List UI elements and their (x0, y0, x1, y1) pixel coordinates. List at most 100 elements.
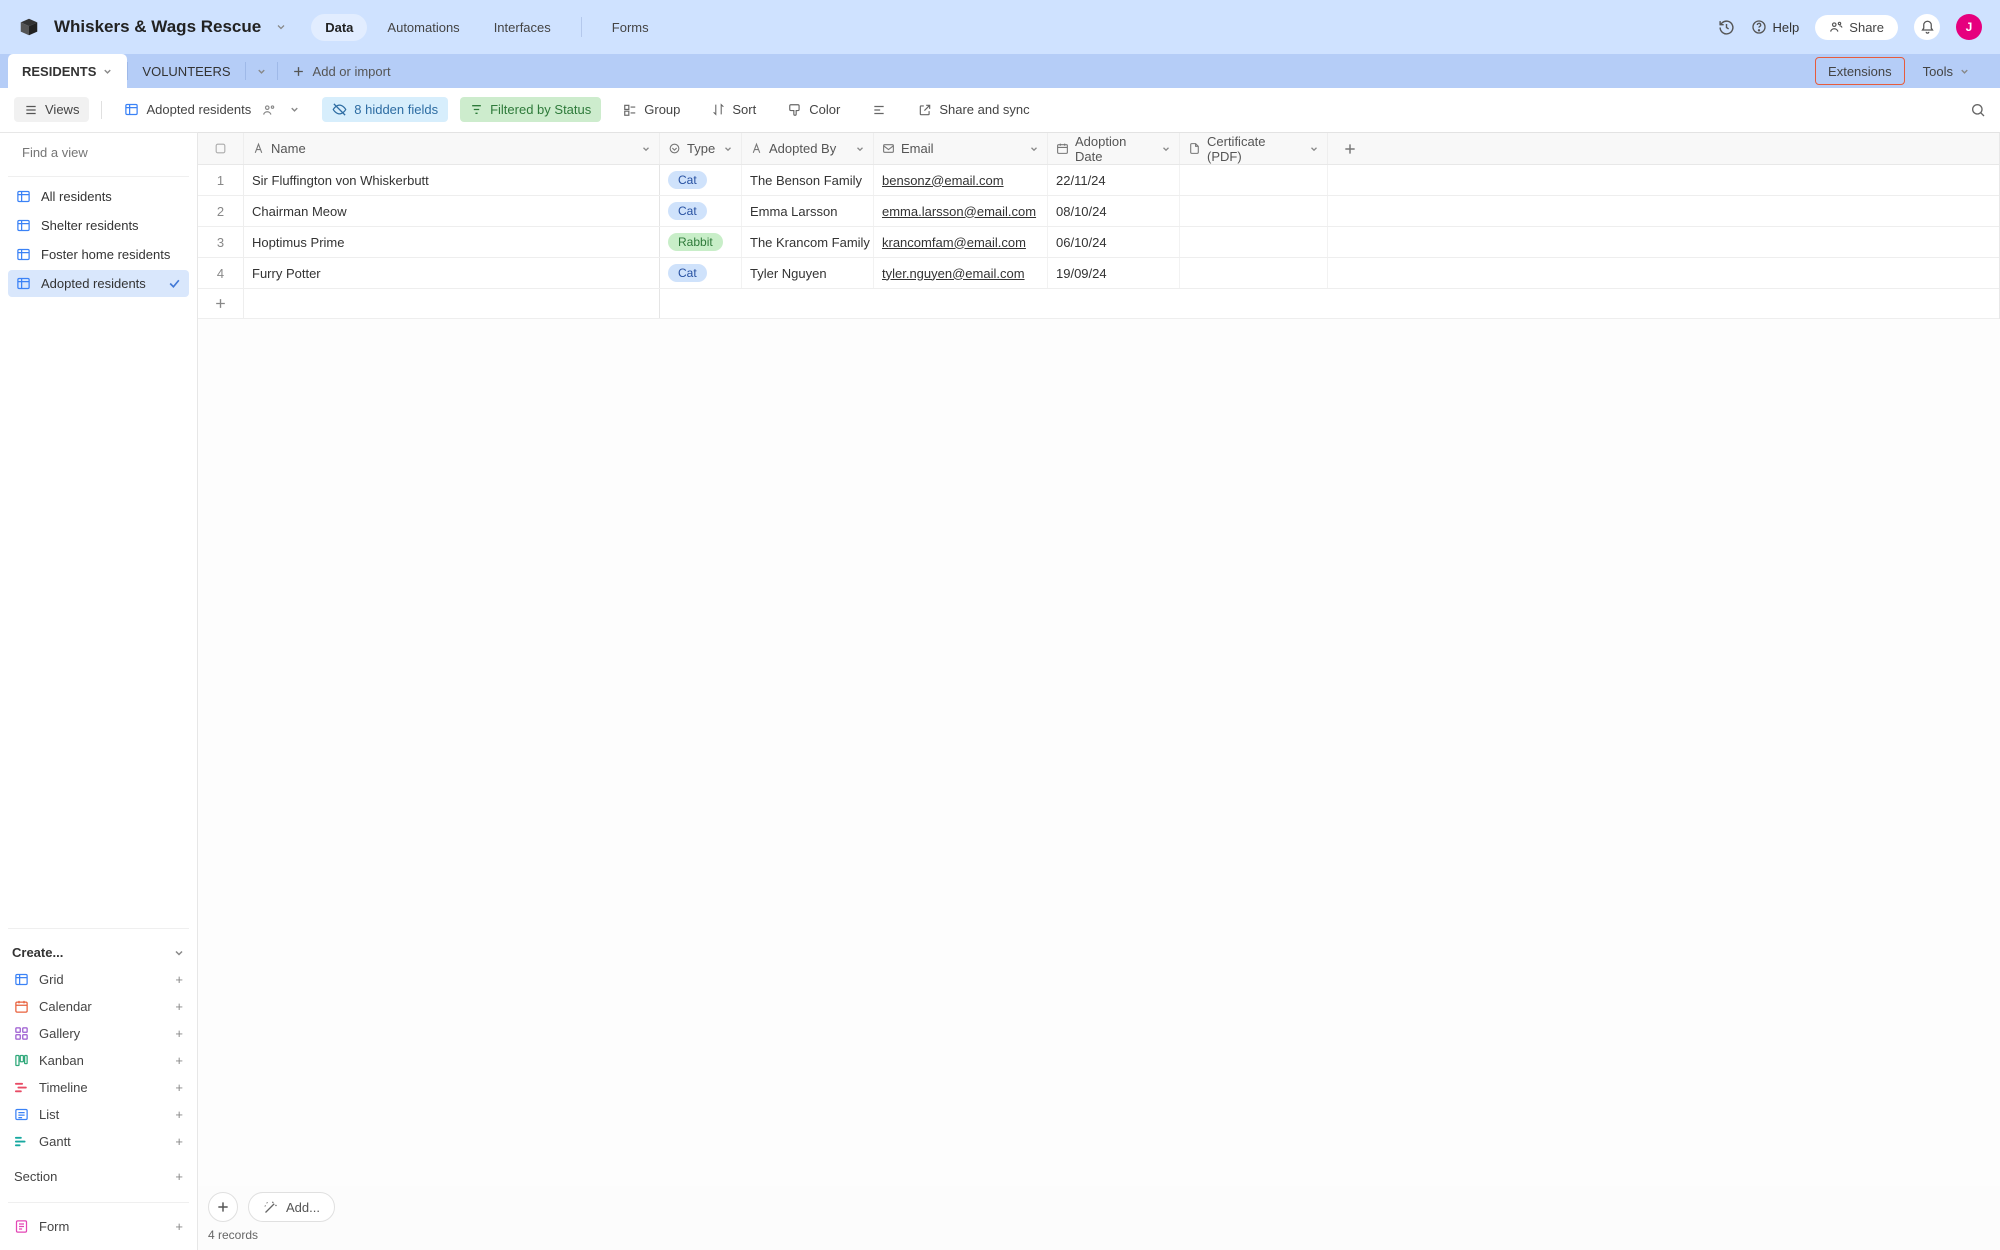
table-row[interactable]: 3Hoptimus PrimeRabbitThe Krancom Familyk… (198, 227, 1999, 258)
select-all-checkbox[interactable] (198, 133, 244, 164)
create-grid[interactable]: Grid + (8, 966, 189, 993)
cell-adoption-date[interactable]: 22/11/24 (1048, 165, 1180, 195)
nav-automations[interactable]: Automations (373, 14, 473, 41)
cell-name[interactable]: Chairman Meow (244, 196, 660, 226)
cell-type[interactable]: Rabbit (660, 227, 742, 257)
table-tabs-menu[interactable] (246, 54, 277, 88)
cell-email[interactable]: emma.larsson@email.com (874, 196, 1048, 226)
cell-name[interactable]: Sir Fluffington von Whiskerbutt (244, 165, 660, 195)
table-row[interactable]: 1Sir Fluffington von WhiskerbuttCatThe B… (198, 165, 1999, 196)
view-all-residents[interactable]: All residents (8, 183, 189, 210)
create-section[interactable]: Section + (8, 1161, 189, 1192)
cell-certificate[interactable] (1180, 227, 1328, 257)
workspace-title[interactable]: Whiskers & Wags Rescue (54, 17, 261, 37)
view-shelter-residents[interactable]: Shelter residents (8, 212, 189, 239)
nav-interfaces[interactable]: Interfaces (480, 14, 565, 41)
table-tab-volunteers[interactable]: VOLUNTEERS (128, 54, 244, 88)
cell-adoption-date[interactable]: 08/10/24 (1048, 196, 1180, 226)
cell-adopted-by[interactable]: Emma Larsson (742, 196, 874, 226)
share-sync-button[interactable]: Share and sync (908, 97, 1039, 122)
cell-type[interactable]: Cat (660, 258, 742, 288)
cell-type[interactable]: Cat (660, 196, 742, 226)
create-gantt[interactable]: Gantt + (8, 1128, 189, 1155)
color-button[interactable]: Color (778, 97, 850, 122)
row-height-button[interactable] (862, 98, 896, 122)
workspace-menu-chevron-icon[interactable] (275, 21, 287, 33)
filter-icon (470, 103, 483, 116)
cell-email[interactable]: krancomfam@email.com (874, 227, 1048, 257)
history-icon[interactable] (1718, 19, 1735, 36)
table-tab-residents[interactable]: RESIDENTS (8, 54, 127, 88)
create-form[interactable]: Form + (8, 1213, 189, 1240)
group-button[interactable]: Group (613, 97, 690, 122)
grid-view-icon (124, 102, 139, 117)
color-label: Color (809, 102, 840, 117)
column-header-adoption-date[interactable]: Adoption Date (1048, 133, 1180, 164)
create-gallery[interactable]: Gallery + (8, 1020, 189, 1047)
cell-certificate[interactable] (1180, 196, 1328, 226)
column-header-name[interactable]: Name (244, 133, 660, 164)
find-view-input[interactable] (22, 145, 198, 160)
cell-adopted-by[interactable]: The Benson Family (742, 165, 874, 195)
plus-icon: + (175, 1219, 183, 1234)
filter-button[interactable]: Filtered by Status (460, 97, 601, 122)
add-or-import-button[interactable]: Add or import (278, 54, 405, 88)
add-magic-button[interactable]: Add... (248, 1192, 335, 1222)
notifications-button[interactable] (1914, 14, 1940, 40)
views-button[interactable]: Views (14, 97, 89, 122)
timeline-icon (14, 1080, 29, 1095)
app-logo-icon[interactable] (18, 16, 40, 38)
cell-name[interactable]: Hoptimus Prime (244, 227, 660, 257)
email-link[interactable]: krancomfam@email.com (882, 235, 1026, 250)
nav-forms[interactable]: Forms (598, 14, 663, 41)
cell-name[interactable]: Furry Potter (244, 258, 660, 288)
user-avatar[interactable]: J (1956, 14, 1982, 40)
cell-adoption-date[interactable]: 19/09/24 (1048, 258, 1180, 288)
column-header-certificate[interactable]: Certificate (PDF) (1180, 133, 1328, 164)
current-view-button[interactable]: Adopted residents (114, 97, 310, 122)
help-button[interactable]: Help (1751, 19, 1800, 35)
cell-type[interactable]: Cat (660, 165, 742, 195)
share-button[interactable]: Share (1815, 15, 1898, 40)
sort-button[interactable]: Sort (702, 97, 766, 122)
toolbar-sep (101, 101, 102, 119)
extensions-button[interactable]: Extensions (1815, 57, 1905, 85)
chevron-down-icon (289, 104, 300, 115)
cell-certificate[interactable] (1180, 165, 1328, 195)
column-header-type[interactable]: Type (660, 133, 742, 164)
email-link[interactable]: emma.larsson@email.com (882, 204, 1036, 219)
email-link[interactable]: bensonz@email.com (882, 173, 1004, 188)
create-kanban[interactable]: Kanban + (8, 1047, 189, 1074)
type-pill: Rabbit (668, 233, 723, 251)
column-header-adopted-by[interactable]: Adopted By (742, 133, 874, 164)
view-foster-residents[interactable]: Foster home residents (8, 241, 189, 268)
tools-button[interactable]: Tools (1911, 54, 1982, 88)
add-column-button[interactable] (1328, 133, 1372, 164)
search-records-button[interactable] (1970, 102, 1986, 118)
table-row[interactable]: 4Furry PotterCatTyler Nguyentyler.nguyen… (198, 258, 1999, 289)
email-link[interactable]: tyler.nguyen@email.com (882, 266, 1025, 281)
create-section-toggle[interactable]: Create... (8, 939, 189, 966)
column-header-email[interactable]: Email (874, 133, 1048, 164)
cell-certificate[interactable] (1180, 258, 1328, 288)
plus-icon (214, 297, 227, 310)
eye-off-icon (332, 102, 347, 117)
add-row-button[interactable] (198, 289, 244, 318)
cell-adopted-by[interactable]: Tyler Nguyen (742, 258, 874, 288)
cell-adopted-by[interactable]: The Krancom Family (742, 227, 874, 257)
cell-adoption-date[interactable]: 06/10/24 (1048, 227, 1180, 257)
view-adopted-residents[interactable]: Adopted residents (8, 270, 189, 297)
cell-empty (1328, 196, 1372, 226)
view-label: Foster home residents (41, 247, 170, 262)
nav-data[interactable]: Data (311, 14, 367, 41)
add-record-button[interactable] (208, 1192, 238, 1222)
hidden-fields-button[interactable]: 8 hidden fields (322, 97, 448, 122)
chevron-down-icon (1959, 66, 1970, 77)
create-list[interactable]: List + (8, 1101, 189, 1128)
table-row[interactable]: 2Chairman MeowCatEmma Larssonemma.larsso… (198, 196, 1999, 227)
cell-email[interactable]: tyler.nguyen@email.com (874, 258, 1048, 288)
create-calendar[interactable]: Calendar + (8, 993, 189, 1020)
cell-email[interactable]: bensonz@email.com (874, 165, 1048, 195)
chevron-down-icon (173, 947, 185, 959)
create-timeline[interactable]: Timeline + (8, 1074, 189, 1101)
